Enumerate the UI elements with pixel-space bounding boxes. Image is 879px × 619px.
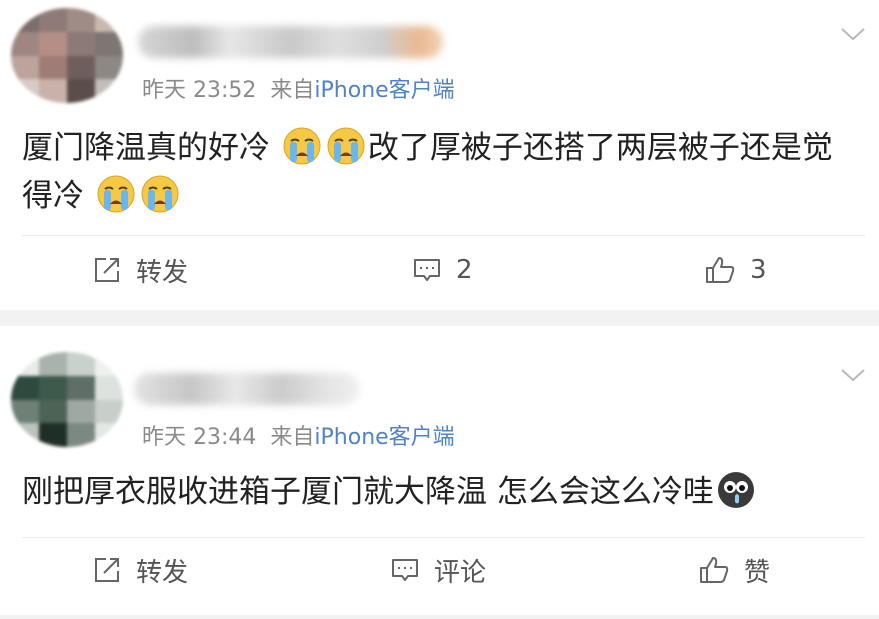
like-button[interactable]: 赞 [698,550,770,590]
source-link[interactable]: iPhone客户端 [314,425,454,450]
comment-button[interactable]: 评论 [390,550,486,590]
comment-label: 评论 [434,557,487,588]
crying-emoji [141,175,179,213]
post-text: 刚把厚衣服收进箱子厦门就大降温 怎么会这么冷哇 [22,474,714,510]
weibo-post-1[interactable]: 昨天 23:52 来自iPhone客户端 厦门降温真的好冷 改了厚被子还搭了两层被… [0,0,879,310]
chevron-down-icon[interactable] [840,367,866,383]
share-button[interactable]: 转发 [92,550,188,590]
action-bar: 转发 2 3 [0,250,879,290]
comment-icon [414,259,440,281]
username-blurred[interactable] [138,26,443,58]
post-separator [0,615,879,619]
action-bar: 转发 评论 赞 [0,550,879,590]
share-button[interactable]: 转发 [92,250,188,290]
post-content: 厦门降温真的好冷 改了厚被子还搭了两层被子还是觉得冷 [22,124,855,220]
share-label: 转发 [136,257,189,288]
comment-icon [392,559,418,581]
share-icon [95,258,119,282]
divider [22,235,865,236]
post-time: 昨天 23:52 [142,78,257,103]
avatar[interactable] [11,8,123,103]
post-time: 昨天 23:44 [142,425,257,450]
username-blurred[interactable] [134,373,360,405]
post-text-part-1: 厦门降温真的好冷 [22,130,270,166]
divider [22,537,865,538]
share-label: 转发 [136,557,189,588]
post-meta: 昨天 23:52 来自iPhone客户端 [142,72,455,104]
crying-emoji [327,127,365,165]
avatar[interactable] [11,352,123,447]
like-icon [706,257,735,283]
via-label: 来自 [270,78,315,103]
post-separator [0,310,879,326]
like-label: 赞 [744,557,771,588]
weibo-post-2[interactable]: 昨天 23:44 来自iPhone客户端 刚把厚衣服收进箱子厦门就大降温 怎么会这… [0,326,879,615]
post-content: 刚把厚衣服收进箱子厦门就大降温 怎么会这么冷哇 [22,468,855,516]
post-meta: 昨天 23:44 来自iPhone客户端 [142,419,455,451]
like-icon [700,557,729,583]
comment-button[interactable]: 2 [412,250,473,290]
like-button[interactable]: 3 [704,250,767,290]
share-icon [95,558,119,582]
source-link[interactable]: iPhone客户端 [314,78,454,103]
crying-emoji [97,175,135,213]
crying-emoji [283,127,321,165]
cold-face-emoji [717,472,754,508]
chevron-down-icon[interactable] [840,26,866,42]
comment-count: 2 [456,255,473,285]
like-count: 3 [750,255,767,285]
via-label: 来自 [270,425,315,450]
